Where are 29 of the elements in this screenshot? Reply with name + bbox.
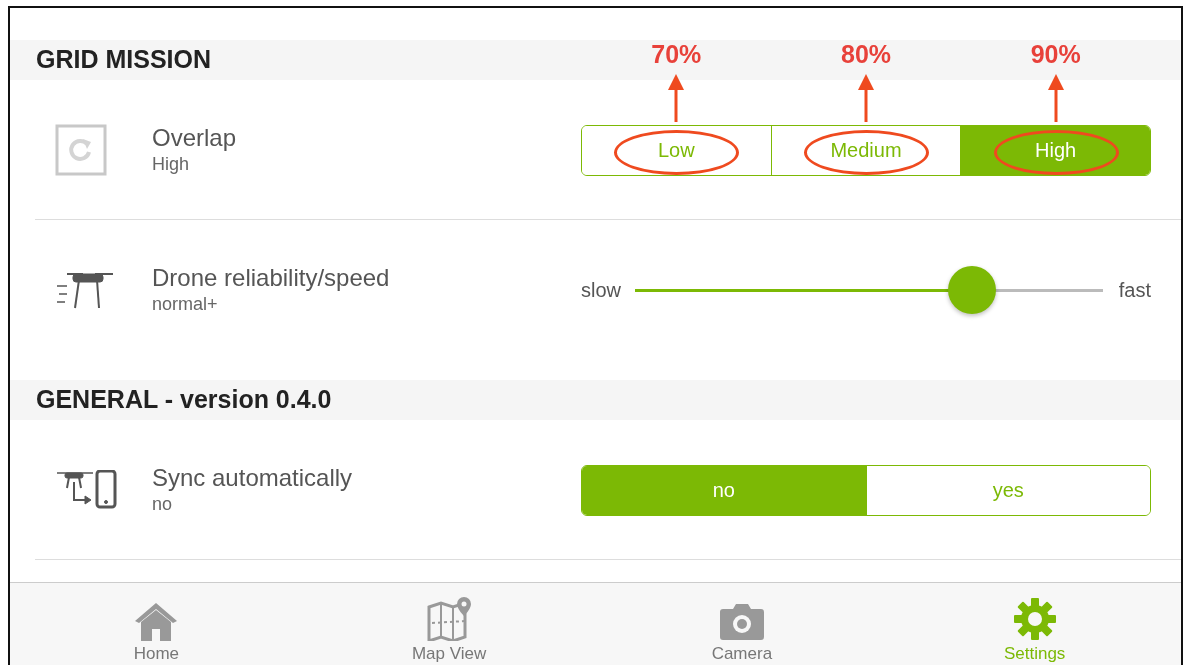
refresh-icon bbox=[55, 124, 107, 176]
map-icon bbox=[426, 597, 473, 641]
annotation-label: 70% bbox=[651, 38, 702, 70]
setting-value: normal+ bbox=[152, 292, 219, 316]
setting-value: no bbox=[152, 492, 174, 516]
annotation-arrow bbox=[1045, 73, 1066, 124]
drone-phone-sync-icon bbox=[55, 470, 117, 510]
section-title: GRID MISSION bbox=[36, 44, 211, 76]
home-icon bbox=[134, 601, 179, 641]
setting-title: Overlap bbox=[152, 123, 237, 153]
tab-bar-item[interactable]: Map View bbox=[302, 583, 596, 665]
setting-title: Drone reliability/speed bbox=[152, 263, 390, 293]
section-title: GENERAL - version 0.4.0 bbox=[36, 384, 332, 416]
setting-value: High bbox=[152, 152, 191, 176]
slider-min-label: slow bbox=[581, 278, 621, 303]
slider-thumb[interactable] bbox=[947, 265, 996, 314]
tab-bar-item[interactable]: Camera bbox=[595, 583, 889, 665]
annotation-arrow bbox=[666, 73, 687, 124]
slider-max-label: fast bbox=[1118, 278, 1151, 303]
segment-option[interactable]: no bbox=[582, 465, 866, 515]
setting-title: Sync automatically bbox=[152, 463, 353, 493]
settings-icon bbox=[1012, 597, 1057, 641]
annotation-label: 80% bbox=[841, 38, 891, 70]
annotation-label: 90% bbox=[1030, 38, 1081, 70]
annotation-arrow bbox=[856, 73, 876, 124]
camera-icon bbox=[718, 603, 765, 641]
tab-bar-item[interactable]: Settings bbox=[888, 583, 1181, 665]
segment-option[interactable]: yes bbox=[865, 465, 1150, 515]
tab-bar-item[interactable]: Home bbox=[10, 583, 303, 665]
